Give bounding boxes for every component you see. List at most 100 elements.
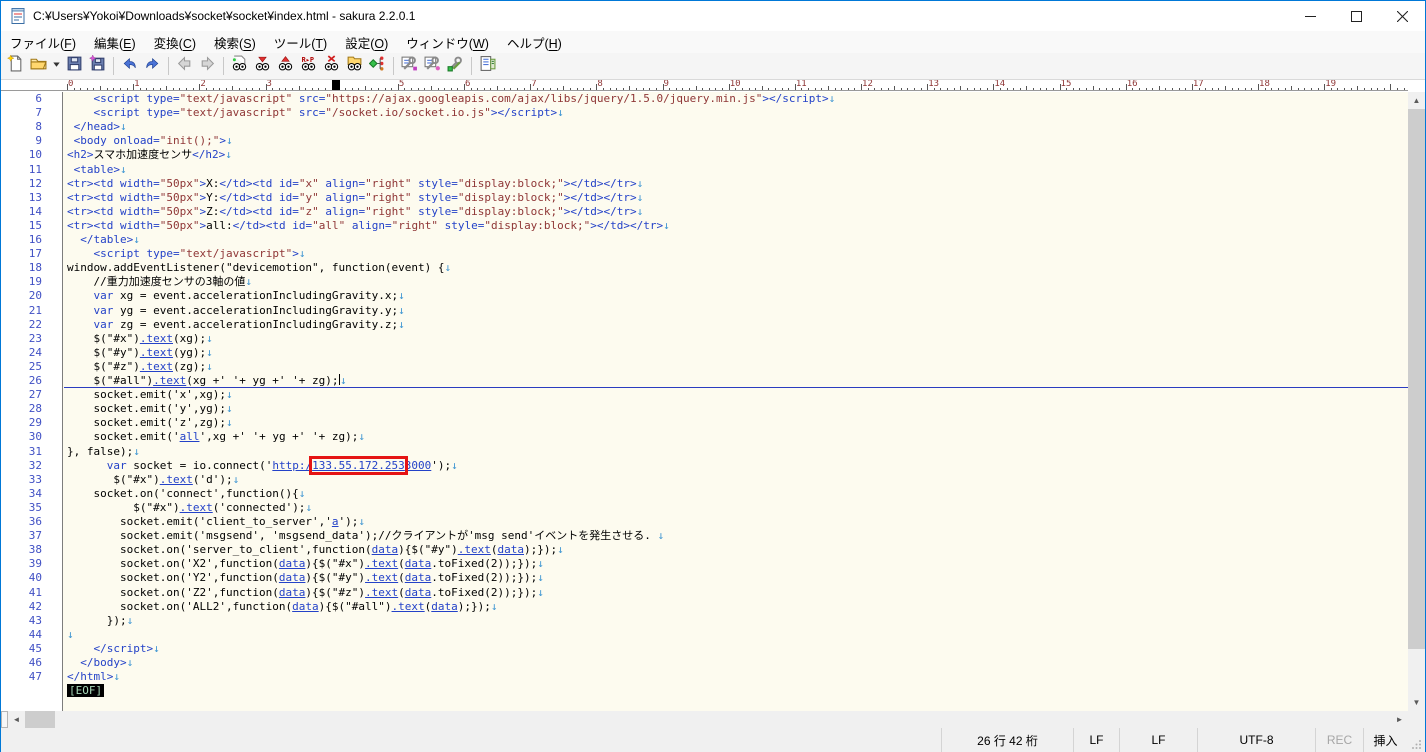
open-file-button[interactable] bbox=[27, 55, 50, 78]
menu-item-tool[interactable]: ツール(T) bbox=[265, 31, 336, 54]
maximize-button[interactable] bbox=[1333, 1, 1379, 31]
find-prev-button[interactable] bbox=[274, 55, 297, 78]
menu-item-convert[interactable]: 変換(C) bbox=[145, 31, 205, 54]
type-settings-icon bbox=[401, 55, 418, 77]
menu-item-setting[interactable]: 設定(O) bbox=[336, 31, 397, 54]
newline-mark: ↓ bbox=[245, 275, 252, 288]
ruler-tick bbox=[490, 88, 491, 90]
scroll-right-button[interactable]: ► bbox=[1391, 711, 1408, 728]
resize-grip[interactable] bbox=[1407, 728, 1425, 752]
vertical-scrollbar[interactable]: ▲ ▼ bbox=[1408, 92, 1425, 711]
scroll-up-button[interactable]: ▲ bbox=[1408, 92, 1425, 109]
search-button[interactable] bbox=[228, 55, 251, 78]
line-number: 21 bbox=[29, 304, 42, 318]
ruler-tick bbox=[438, 88, 439, 90]
ruler-tick bbox=[835, 88, 836, 90]
ruler-tick bbox=[206, 88, 207, 90]
ruler-tick bbox=[371, 88, 372, 90]
ruler-tick bbox=[312, 88, 313, 90]
line-number: 14 bbox=[29, 205, 42, 219]
find-prev-icon bbox=[277, 55, 294, 77]
newline-mark: ↓ bbox=[358, 515, 365, 528]
ruler-tick bbox=[967, 88, 968, 90]
scroll-left-button[interactable]: ◄ bbox=[8, 711, 25, 728]
code-line-15: <tr><td width="50px">all:</td><td id="al… bbox=[67, 219, 1409, 233]
replace-button[interactable]: R▸P bbox=[297, 55, 320, 78]
vertical-scrollbar-thumb[interactable] bbox=[1408, 109, 1425, 649]
status-field-file-eol: LF bbox=[1119, 728, 1197, 752]
open-file-dropdown[interactable] bbox=[50, 55, 63, 78]
save-button[interactable] bbox=[63, 55, 86, 78]
ruler-tick bbox=[894, 86, 895, 90]
line-number: 18 bbox=[29, 261, 42, 275]
code-line-33: $("#x").text('d');↓ bbox=[67, 473, 1409, 487]
grep-button[interactable] bbox=[343, 55, 366, 78]
svg-text:R▸P: R▸P bbox=[302, 56, 314, 64]
clear-search-button[interactable] bbox=[320, 55, 343, 78]
new-file-icon bbox=[7, 55, 24, 77]
forward-button[interactable] bbox=[196, 55, 219, 78]
code-line-14: <tr><td width="50px">Z:</td><td id="z" a… bbox=[67, 205, 1409, 219]
back-button[interactable] bbox=[173, 55, 196, 78]
ruler-tick bbox=[213, 88, 214, 90]
type-settings-button[interactable] bbox=[398, 55, 421, 78]
ruler-tick bbox=[325, 88, 326, 90]
ruler-number: 14 bbox=[994, 80, 1005, 89]
ruler-tick bbox=[153, 88, 154, 90]
redo-button[interactable] bbox=[141, 55, 164, 78]
menu-item-window[interactable]: ウィンドウ(W) bbox=[397, 31, 498, 54]
line-number: 9 bbox=[35, 134, 42, 148]
outline-window-button[interactable] bbox=[476, 55, 499, 78]
menu-item-help[interactable]: ヘルプ(H) bbox=[498, 31, 571, 54]
scroll-down-button[interactable]: ▼ bbox=[1408, 694, 1425, 711]
menu-item-file[interactable]: ファイル(F) bbox=[1, 31, 85, 54]
ruler-tick bbox=[702, 88, 703, 90]
ruler-tick bbox=[1351, 88, 1352, 90]
common-settings-button[interactable] bbox=[421, 55, 444, 78]
undo-button[interactable] bbox=[118, 55, 141, 78]
line-number: 16 bbox=[29, 233, 42, 247]
code-line-24: $("#y").text(yg);↓ bbox=[67, 346, 1409, 360]
newline-mark: ↓ bbox=[358, 430, 365, 443]
code-line-45: </script>↓ bbox=[67, 642, 1409, 656]
line-number: 27 bbox=[29, 388, 42, 402]
outline-button[interactable] bbox=[366, 55, 389, 78]
ruler-number: 12 bbox=[862, 80, 873, 89]
vertical-split-handle[interactable] bbox=[1, 711, 8, 728]
horizontal-scrollbar-thumb[interactable] bbox=[25, 711, 55, 728]
ruler-tick bbox=[577, 88, 578, 90]
newline-mark: ↓ bbox=[537, 586, 544, 599]
new-file-button[interactable] bbox=[4, 55, 27, 78]
ruler-tick bbox=[901, 88, 902, 90]
menu-item-search[interactable]: 検索(S) bbox=[205, 31, 265, 54]
keyword-settings-button[interactable] bbox=[444, 55, 467, 78]
status-bar: 26 行 42 桁LFLFUTF-8REC挿入 bbox=[1, 728, 1425, 752]
ruler-tick bbox=[471, 88, 472, 90]
ruler-number: 10 bbox=[730, 80, 741, 89]
ruler-tick bbox=[762, 86, 763, 90]
code-line-38: socket.on('server_to_client',function(da… bbox=[67, 543, 1409, 557]
scrollbar-corner bbox=[1408, 711, 1425, 728]
line-number: 6 bbox=[35, 92, 42, 106]
ruler-tick bbox=[1026, 86, 1027, 90]
ruler-tick bbox=[563, 86, 564, 90]
ruler-tick bbox=[1053, 88, 1054, 90]
save-as-button[interactable] bbox=[86, 55, 109, 78]
horizontal-scrollbar[interactable]: ◄ ► bbox=[1, 711, 1425, 728]
minimize-button[interactable] bbox=[1287, 1, 1333, 31]
find-next-button[interactable] bbox=[251, 55, 274, 78]
ruler-tick bbox=[669, 88, 670, 90]
close-button[interactable] bbox=[1379, 1, 1425, 31]
editor-text-area[interactable]: 6789101112131415161718192021222324252627… bbox=[1, 92, 1409, 711]
newline-mark: ↓ bbox=[340, 374, 347, 387]
newline-mark: ↓ bbox=[225, 148, 232, 161]
ruler-tick bbox=[742, 88, 743, 90]
ruler-tick bbox=[431, 86, 432, 90]
horizontal-scrollbar-track[interactable] bbox=[55, 711, 1391, 728]
menu-item-edit[interactable]: 編集(E) bbox=[85, 31, 145, 54]
code-line-41: socket.on('Z2',function(data){$("#z").te… bbox=[67, 586, 1409, 600]
newline-mark: ↓ bbox=[206, 332, 213, 345]
newline-mark: ↓ bbox=[153, 642, 160, 655]
ruler-tick bbox=[775, 88, 776, 90]
code-line-46: </body>↓ bbox=[67, 656, 1409, 670]
